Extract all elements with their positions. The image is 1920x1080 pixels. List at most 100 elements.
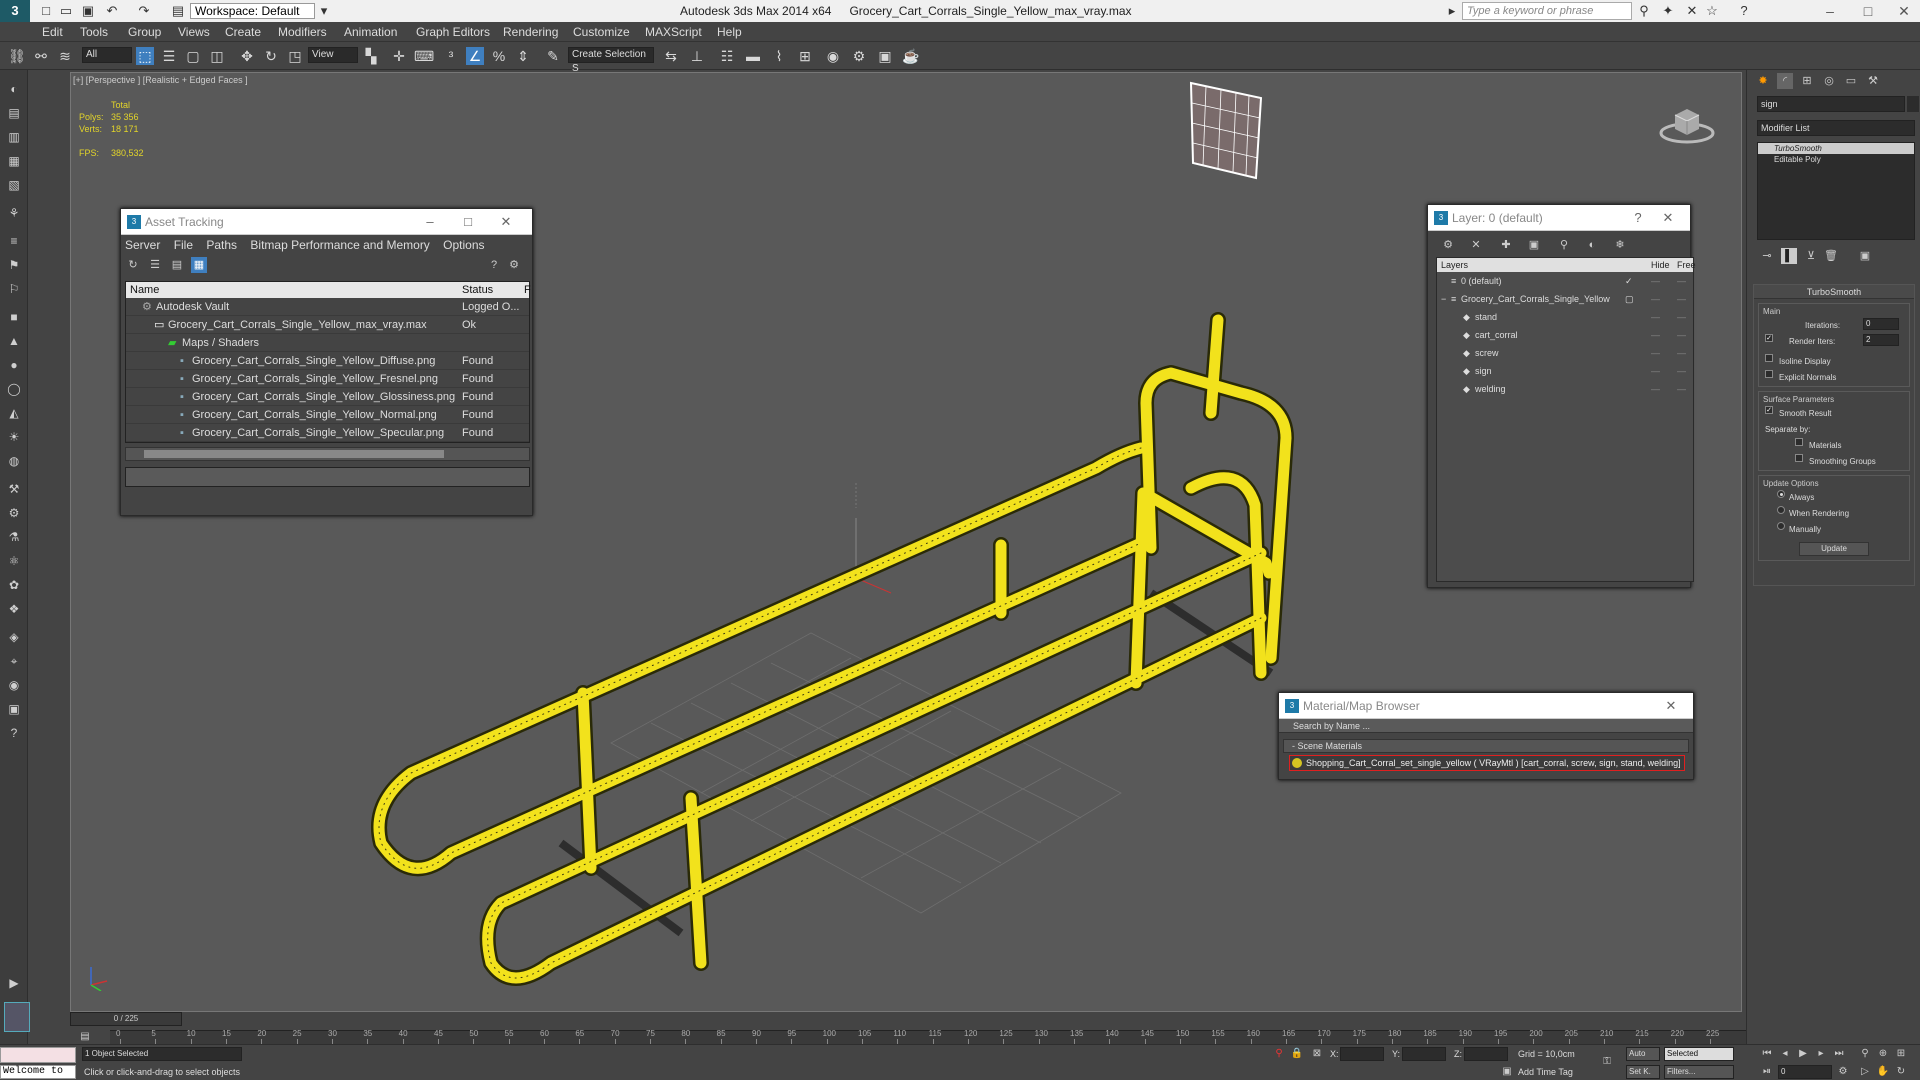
hide-toggle[interactable]: — xyxy=(1651,308,1660,326)
schematic-view-icon[interactable]: ⊞ xyxy=(796,47,814,65)
freeze-all-icon[interactable]: ❄ xyxy=(1612,237,1628,253)
help-button[interactable]: ? xyxy=(1626,205,1650,231)
x-field[interactable] xyxy=(1340,1047,1384,1061)
layer-row[interactable]: ◆ welding — — xyxy=(1437,380,1693,398)
freeze-toggle[interactable]: — xyxy=(1677,308,1686,326)
minimize-button[interactable]: – xyxy=(1812,0,1848,22)
rollout-title[interactable]: TurboSmooth xyxy=(1754,285,1914,299)
materials-checkbox[interactable] xyxy=(1795,438,1803,446)
hide-all-icon[interactable]: ◐ xyxy=(1584,237,1600,253)
subscription-icon[interactable]: ✦ xyxy=(1660,3,1676,19)
zoom-icon[interactable]: ⚲ xyxy=(1858,1047,1872,1061)
viewcube[interactable] xyxy=(1657,97,1717,147)
pin-stack-icon[interactable]: ⊸ xyxy=(1759,248,1775,264)
layer-row[interactable]: ◆ cart_corral — — xyxy=(1437,326,1693,344)
menu-paths[interactable]: Paths xyxy=(206,238,237,252)
hide-toggle[interactable]: — xyxy=(1651,344,1660,362)
tool-icon-1[interactable]: ◐ xyxy=(5,80,23,98)
explicit-normals-checkbox[interactable] xyxy=(1765,370,1773,378)
close-button[interactable]: ✕ xyxy=(1659,693,1683,719)
scale-icon[interactable]: ◳ xyxy=(286,47,304,65)
hide-toggle[interactable]: — xyxy=(1651,272,1660,290)
modifier-icon-1[interactable]: ⚒ xyxy=(5,480,23,498)
tool-icon-5[interactable]: ▧ xyxy=(5,176,23,194)
hide-toggle[interactable]: — xyxy=(1651,326,1660,344)
key-mode-icon[interactable]: ⏯ xyxy=(1760,1065,1774,1079)
tool-icon-4[interactable]: ▦ xyxy=(5,152,23,170)
edit-named-selection-icon[interactable]: ✎ xyxy=(544,47,562,65)
stack-item-editable-poly[interactable]: Editable Poly xyxy=(1758,154,1914,165)
auto-key-button[interactable]: Auto xyxy=(1626,1047,1660,1061)
tool-icon-9[interactable]: ⚐ xyxy=(5,280,23,298)
time-config-icon[interactable]: ⚙ xyxy=(1836,1065,1850,1079)
angle-snap-icon[interactable]: ∠ xyxy=(466,47,484,65)
object-name-field[interactable]: sign xyxy=(1757,96,1905,112)
menu-animation[interactable]: Animation xyxy=(344,25,397,39)
curve-editor-icon[interactable]: ⌇ xyxy=(770,47,788,65)
new-layer-icon[interactable]: ⚙ xyxy=(1440,237,1456,253)
go-to-start-icon[interactable]: ⏮ xyxy=(1760,1047,1774,1061)
render-setup-icon[interactable]: ⚙ xyxy=(850,47,868,65)
asset-tracking-titlebar[interactable]: 3 Asset Tracking – □ ✕ xyxy=(121,209,532,235)
modifier-icon-2[interactable]: ⚙ xyxy=(5,504,23,522)
snaps-icon[interactable]: ³ xyxy=(442,47,460,65)
render-iters-spinner[interactable]: 2 xyxy=(1863,334,1899,346)
current-frame-field[interactable]: 0 xyxy=(1778,1065,1832,1079)
key-icon[interactable]: ⚿ xyxy=(1600,1055,1614,1069)
layer-row[interactable]: ◆ stand — — xyxy=(1437,308,1693,326)
table-row[interactable]: ⚙ Autodesk Vault Logged O... xyxy=(126,298,529,316)
modifier-icon-8[interactable]: ⌖ xyxy=(5,652,23,670)
redo-icon[interactable]: ↷ xyxy=(136,3,152,19)
add-time-tag[interactable]: Add Time Tag xyxy=(1518,1067,1573,1077)
rendered-frame-icon[interactable]: ▣ xyxy=(876,47,894,65)
go-to-end-icon[interactable]: ⏭ xyxy=(1832,1047,1846,1061)
hierarchy-tab-icon[interactable]: ⊞ xyxy=(1799,73,1815,89)
menu-help[interactable]: Help xyxy=(717,25,742,39)
material-item[interactable]: Shopping_Cart_Corral_set_single_yellow (… xyxy=(1289,755,1685,771)
communication-icon[interactable]: ✕ xyxy=(1684,3,1700,19)
orbit-icon[interactable]: ↻ xyxy=(1894,1065,1908,1079)
configure-sets-icon[interactable]: ▣ xyxy=(1857,248,1873,264)
modifier-icon-3[interactable]: ⚗ xyxy=(5,528,23,546)
scene-materials-section[interactable]: - Scene Materials xyxy=(1283,739,1689,753)
modify-tab-icon[interactable]: ◜ xyxy=(1777,73,1793,89)
freeze-toggle[interactable]: — xyxy=(1677,290,1686,308)
key-filter-dropdown[interactable]: Selected xyxy=(1664,1047,1734,1061)
y-field[interactable] xyxy=(1402,1047,1446,1061)
menu-customize[interactable]: Customize xyxy=(573,25,630,39)
select-layer-icon[interactable]: ▣ xyxy=(1526,237,1542,253)
list-view-icon[interactable]: ☰ xyxy=(147,257,163,273)
highlight-layer-icon[interactable]: ⚲ xyxy=(1556,237,1572,253)
modifier-icon-4[interactable]: ⚛ xyxy=(5,552,23,570)
col-freeze[interactable]: Free xyxy=(1677,258,1696,272)
search-input[interactable]: Type a keyword or phrase xyxy=(1462,2,1632,20)
grid-view-icon[interactable]: ▦ xyxy=(191,257,207,273)
project-icon[interactable]: ▤ xyxy=(170,3,186,19)
tool-icon-6[interactable]: ⚘ xyxy=(5,204,23,222)
layer-row[interactable]: ◆ screw — — xyxy=(1437,344,1693,362)
menu-server[interactable]: Server xyxy=(125,238,160,252)
reference-coord-dropdown[interactable]: View xyxy=(308,47,358,63)
maxscript-output[interactable]: Welcome to xyxy=(0,1065,76,1079)
menu-graph-editors[interactable]: Graph Editors xyxy=(416,25,490,39)
menu-file[interactable]: File xyxy=(174,238,193,252)
app-logo[interactable]: 3 xyxy=(0,0,30,22)
z-field[interactable] xyxy=(1464,1047,1508,1061)
menu-options[interactable]: Options xyxy=(443,238,484,252)
absolute-mode-icon[interactable]: ⊠ xyxy=(1310,1047,1324,1061)
modifier-icon-9[interactable]: ◉ xyxy=(5,676,23,694)
maxscript-listener-input[interactable] xyxy=(0,1047,76,1063)
table-row[interactable]: ▪ Grocery_Cart_Corrals_Single_Yellow_Diff… xyxy=(126,352,529,370)
favorites-icon[interactable]: ☆ xyxy=(1704,3,1720,19)
close-button[interactable]: ✕ xyxy=(1656,205,1680,231)
display-tab-icon[interactable]: ▭ xyxy=(1843,73,1859,89)
asset-path-field[interactable] xyxy=(125,467,530,487)
expand-icon[interactable]: − xyxy=(1441,290,1446,308)
modifier-icon-6[interactable]: ❖ xyxy=(5,600,23,618)
key-filters-button[interactable]: Filters... xyxy=(1664,1065,1734,1079)
material-search-input[interactable]: Search by Name ... xyxy=(1279,719,1693,733)
keyboard-shortcut-icon[interactable]: ⌨ xyxy=(414,47,434,65)
spinner-snap-icon[interactable]: ⇕ xyxy=(514,47,532,65)
stack-item-turbosmooth[interactable]: TurboSmooth xyxy=(1758,143,1914,154)
help-icon[interactable]: ? xyxy=(486,257,502,273)
